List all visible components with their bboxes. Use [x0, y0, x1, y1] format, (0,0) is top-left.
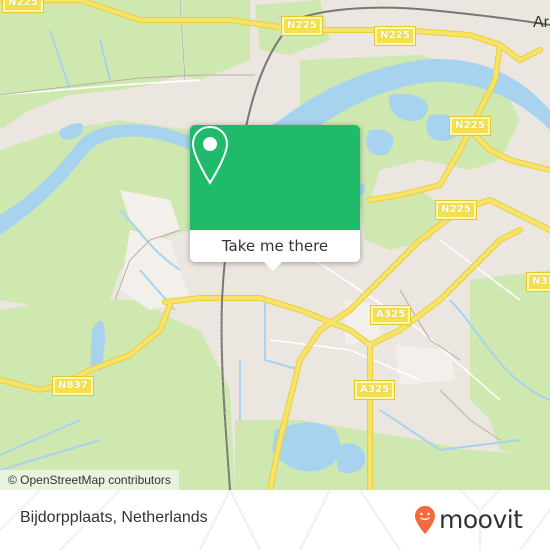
- footer: Bijdorpplaats, Netherlands moovit: [0, 490, 550, 550]
- road-shield-a325: A325: [353, 380, 396, 400]
- place-name: Bijdorpplaats, Netherlands: [20, 509, 208, 526]
- road-shield-n837: N837: [51, 376, 95, 396]
- map-attribution[interactable]: © OpenStreetMap contributors: [0, 470, 179, 490]
- moovit-pin-smile-icon: [415, 506, 435, 534]
- road-shield-n225: N225: [448, 116, 492, 136]
- moovit-logo[interactable]: moovit: [414, 502, 523, 538]
- road-shield-n225: N225: [373, 26, 417, 46]
- road-shield-n225: N225: [1, 0, 45, 13]
- road-shield-a325: A325: [369, 305, 412, 325]
- popup-header: [190, 125, 360, 230]
- location-popup: Take me there: [190, 125, 360, 271]
- map[interactable]: N225 N225 N225 N225 N225 N32 A325 A325 N…: [0, 0, 550, 490]
- popup-pointer: [264, 262, 282, 271]
- road-shield-n225: N225: [280, 16, 324, 36]
- moovit-wordmark: moovit: [439, 505, 523, 534]
- city-label: Ar: [533, 14, 549, 31]
- road-shield-n32: N32: [526, 272, 550, 292]
- road-shield-n225: N225: [434, 200, 478, 220]
- map-pin-icon: [191, 125, 229, 185]
- take-me-there-button[interactable]: Take me there: [190, 230, 360, 262]
